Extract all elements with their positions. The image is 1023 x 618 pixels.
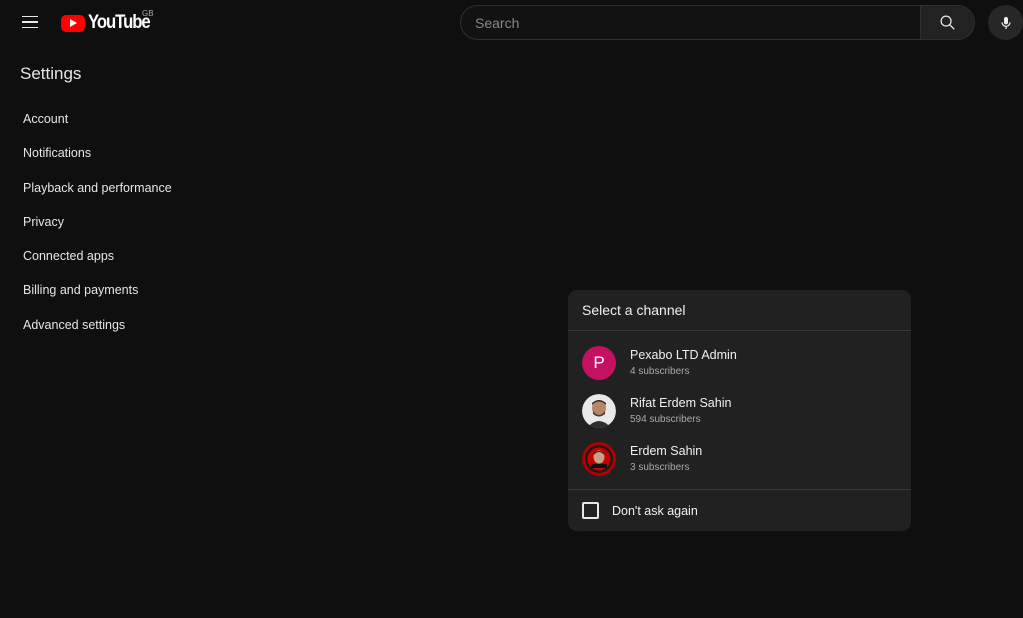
channel-list: P Pexabo LTD Admin 4 subscribers Rifat E… (568, 331, 911, 483)
channel-logo-icon (582, 442, 616, 476)
channel-name: Erdem Sahin (630, 443, 703, 458)
nav-item-account[interactable]: Account (23, 110, 172, 144)
search-button[interactable] (920, 6, 974, 39)
search-icon (940, 15, 955, 30)
person-photo-icon (582, 394, 616, 428)
avatar (582, 394, 616, 428)
nav-item-billing-and-payments[interactable]: Billing and payments (23, 281, 172, 315)
channel-subscribers: 3 subscribers (630, 461, 690, 473)
nav-item-connected-apps[interactable]: Connected apps (23, 247, 172, 281)
nav-item-notifications[interactable]: Notifications (23, 144, 172, 178)
voice-search-button[interactable] (988, 5, 1023, 40)
country-code: GB (142, 9, 154, 18)
channel-item-erdem-sahin[interactable]: Erdem Sahin 3 subscribers (568, 435, 911, 483)
settings-title: Settings (20, 64, 82, 83)
channel-subscribers: 4 subscribers (630, 365, 690, 377)
settings-nav: Account Notifications Playback and perfo… (23, 110, 172, 350)
dont-ask-again-checkbox[interactable] (582, 502, 599, 519)
channel-name: Pexabo LTD Admin (630, 347, 737, 362)
play-icon (61, 14, 85, 32)
youtube-logo[interactable]: YouTube GB (61, 9, 158, 34)
dialog-title: Select a channel (568, 290, 911, 331)
microphone-icon (1000, 16, 1011, 29)
select-channel-dialog: Select a channel P Pexabo LTD Admin 4 su… (568, 290, 911, 531)
channel-subscribers: 594 subscribers (630, 413, 701, 425)
logo-text: YouTube (88, 12, 151, 33)
channel-item-rifat-erdem-sahin[interactable]: Rifat Erdem Sahin 594 subscribers (568, 387, 911, 435)
nav-item-playback-and-performance[interactable]: Playback and performance (23, 179, 172, 213)
menu-icon[interactable] (18, 10, 42, 34)
dont-ask-again-label[interactable]: Don't ask again (612, 504, 698, 518)
nav-item-advanced-settings[interactable]: Advanced settings (23, 316, 172, 350)
dialog-footer: Don't ask again (568, 489, 911, 531)
top-bar: YouTube GB (0, 0, 1023, 44)
avatar (582, 442, 616, 476)
channel-name: Rifat Erdem Sahin (630, 395, 732, 410)
search-input[interactable] (461, 6, 920, 39)
nav-item-privacy[interactable]: Privacy (23, 213, 172, 247)
avatar: P (582, 346, 616, 380)
channel-item-pexabo[interactable]: P Pexabo LTD Admin 4 subscribers (568, 339, 911, 387)
search-box (460, 5, 975, 40)
